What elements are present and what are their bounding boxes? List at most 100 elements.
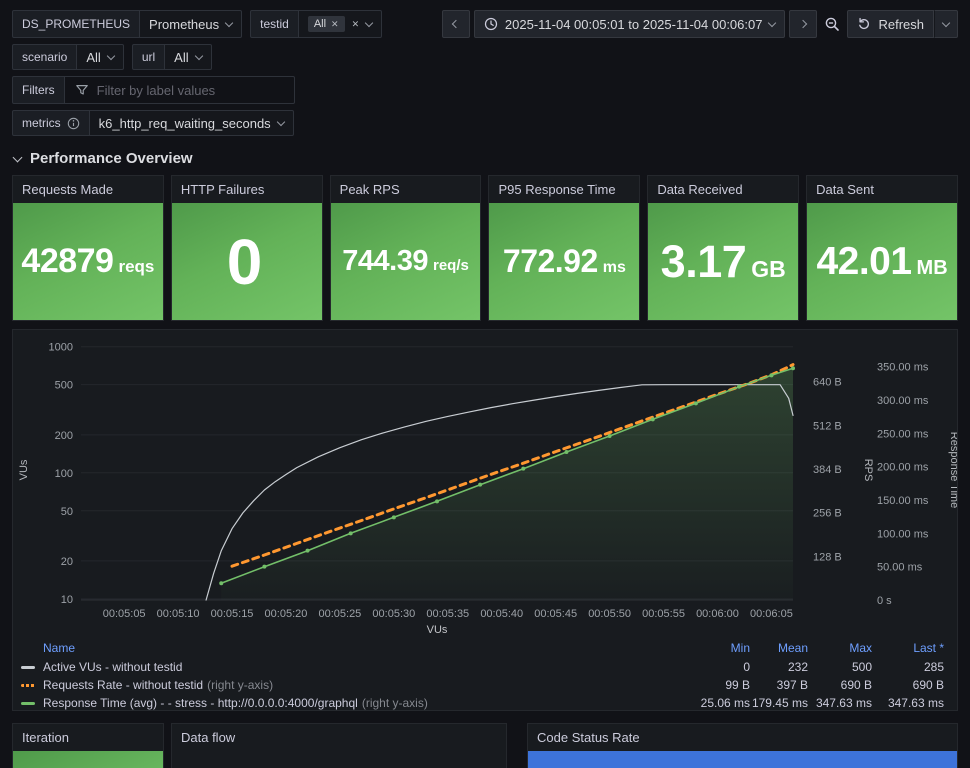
stat-value-area: 0 [171,203,322,320]
svg-text:256 B: 256 B [813,508,842,520]
svg-text:00:05:05: 00:05:05 [103,608,146,620]
panel-title[interactable]: Code Status Rate [528,724,957,751]
k6-grafana-dashboard: DS_PROMETHEUS Prometheus testid All ✕ ✕ [0,0,970,768]
svg-text:200.00 ms: 200.00 ms [877,462,929,474]
metrics-picker[interactable]: k6_http_req_waiting_seconds [89,110,294,136]
data-flow-body [172,751,506,768]
legend-header-last[interactable]: Last * [872,641,944,655]
legend-last: 347.63 ms [887,696,944,710]
stat-value: 744.39 [342,245,428,277]
bottom-row: Iteration Data flow Code Status Rate [12,723,958,768]
legend-header-row: Name Min Mean Max Last * [21,638,944,658]
svg-text:640 B: 640 B [813,377,842,389]
legend-min: 0 [743,660,750,674]
series-swatch [21,701,35,705]
var-label-ds-prometheus: DS_PROMETHEUS [12,10,141,38]
scenario-picker[interactable]: All [77,44,124,70]
section-title: Performance Overview [30,150,193,167]
panel-title[interactable]: Requests Made [13,176,163,203]
var-testid: testid All ✕ ✕ [250,10,383,38]
var-label-metrics: metrics [12,110,90,136]
stat-value-area: 772.92 ms [489,203,640,320]
datasource-value: Prometheus [149,16,220,32]
var-label-text: testid [260,17,289,31]
chip-label: All [313,18,327,30]
svg-text:00:06:05: 00:06:05 [750,608,793,620]
remove-value-icon[interactable]: ✕ [331,19,339,29]
iteration-stat-body [13,751,163,768]
clear-all-icon[interactable]: ✕ [352,19,360,29]
legend-series-name[interactable]: Active VUs - without testid [21,660,690,674]
legend-header-mean[interactable]: Mean [750,641,808,655]
testid-picker[interactable]: All ✕ ✕ [298,10,383,38]
var-label-text: DS_PROMETHEUS [22,17,131,31]
refresh-button[interactable]: Refresh [847,10,934,38]
panel-title[interactable]: P95 Response Time [489,176,639,203]
svg-text:350.00 ms: 350.00 ms [877,362,929,374]
panel-title[interactable]: Peak RPS [331,176,481,203]
panel-title[interactable]: Data Sent [807,176,957,203]
stats-row: Requests Made 42879 reqs HTTP Failures 0 … [12,175,958,321]
stat-panel-data-sent: Data Sent 42.01 MB [806,175,958,321]
var-url: url All [131,44,212,70]
time-shift-back-button[interactable] [441,10,470,38]
legend-header-max[interactable]: Max [808,641,872,655]
legend-max: 690 B [840,678,872,692]
url-value: All [174,49,189,65]
filter-funnel-icon [75,85,88,95]
legend-header-min[interactable]: Min [690,641,750,655]
toolbar-row-2: scenario All url All [12,44,958,70]
svg-text:00:05:35: 00:05:35 [426,608,469,620]
stat-unit: reqs [118,257,155,276]
filters-input-box[interactable] [64,76,295,104]
svg-text:250.00 ms: 250.00 ms [877,428,929,440]
stat-unit: MB [916,256,948,279]
var-label-text: scenario [22,50,68,64]
svg-text:00:05:25: 00:05:25 [318,608,361,620]
svg-text:100: 100 [55,468,73,480]
stat-value-area: 744.39 req/s [330,203,481,320]
legend-mean: 397 B [776,678,808,692]
refresh-interval-dropdown[interactable] [934,10,958,38]
svg-text:00:05:30: 00:05:30 [372,608,415,620]
stat-unit: ms [602,259,626,276]
series-swatch [21,665,35,669]
chevron-left-icon [451,19,461,29]
toolbar-row-4: metrics k6_http_req_waiting_seconds [12,110,958,136]
stat-unit: req/s [432,257,469,274]
svg-text:500: 500 [55,380,73,392]
stat-value: 3.17 [660,235,747,287]
panel-code-status-rate: Code Status Rate [527,723,958,768]
series-swatch [21,683,35,687]
panel-title[interactable]: HTTP Failures [172,176,322,203]
var-label-url: url [131,44,166,70]
datasource-picker[interactable]: Prometheus [140,10,243,38]
refresh-label: Refresh [878,16,924,32]
var-label-scenario: scenario [12,44,78,70]
time-range-picker[interactable]: 2025-11-04 00:05:01 to 2025-11-04 00:06:… [473,10,786,38]
selected-value-chip[interactable]: All ✕ [307,16,345,32]
chevron-down-icon [276,117,285,126]
chevron-down-icon [224,18,234,27]
legend-header-name[interactable]: Name [21,641,690,655]
timeseries-plot[interactable]: 10 20 50 100 200 500 1000 00:05:05 00:05:10 00:05… [13,332,957,636]
legend-series-name[interactable]: Response Time (avg) - - stress - http://… [21,696,690,710]
section-performance-overview[interactable]: Performance Overview [12,150,958,167]
refresh-icon [859,17,870,30]
zoom-out-button[interactable] [821,16,843,32]
panel-title[interactable]: Data Received [648,176,798,203]
filters-group: Filters [12,76,295,104]
legend-series-name[interactable]: Requests Rate - without testid (right y-a… [21,678,690,692]
filters-input[interactable] [96,82,284,98]
time-shift-forward-button[interactable] [789,10,818,38]
stat-value-area: 42879 reqs [13,203,163,320]
toolbar-row-3: Filters [12,76,958,104]
panel-title[interactable]: Data flow [172,724,506,751]
legend-row-response-time: Response Time (avg) - - stress - http://… [21,694,944,710]
chevron-down-icon [768,18,777,27]
legend-min: 25.06 ms [700,696,750,710]
panel-title[interactable]: Iteration [13,724,163,751]
url-picker[interactable]: All [165,44,212,70]
svg-text:00:06:00: 00:06:00 [696,608,739,620]
svg-text:20: 20 [61,556,73,568]
